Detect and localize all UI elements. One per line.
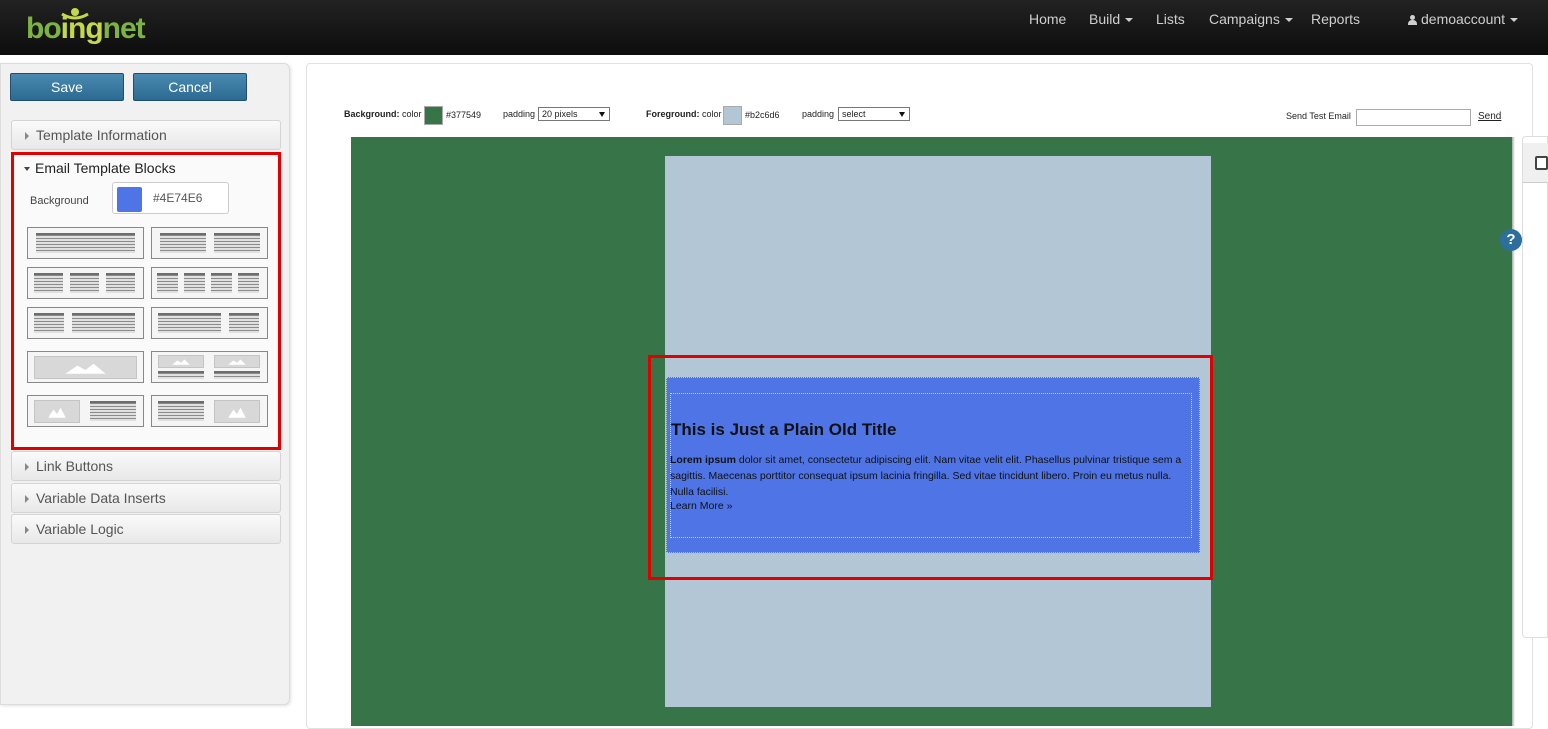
send-link[interactable]: Send bbox=[1478, 111, 1501, 122]
block-one-column[interactable] bbox=[27, 227, 144, 259]
block-narrow-wide[interactable] bbox=[27, 307, 144, 339]
section-header[interactable]: Email Template Blocks bbox=[24, 160, 176, 176]
text-lines bbox=[158, 401, 204, 421]
background-hex-value: #4E74E6 bbox=[153, 191, 203, 205]
medkit-icon[interactable] bbox=[1535, 156, 1548, 170]
image-placeholder-icon bbox=[214, 355, 260, 368]
section-link-buttons[interactable]: Link Buttons bbox=[11, 451, 281, 481]
chevron-down-icon bbox=[1125, 18, 1134, 23]
text-lines bbox=[157, 273, 178, 293]
block-two-images[interactable] bbox=[151, 351, 268, 383]
nav-campaigns[interactable]: Campaigns bbox=[1209, 11, 1293, 27]
text-lines bbox=[160, 233, 206, 253]
text-lines bbox=[158, 371, 204, 379]
section-variable-logic[interactable]: Variable Logic bbox=[11, 514, 281, 544]
text-lines bbox=[36, 233, 135, 253]
section-template-information[interactable]: Template Information bbox=[11, 120, 281, 150]
chevron-right-icon bbox=[25, 495, 29, 503]
fg-padding-label: padding bbox=[802, 109, 835, 119]
chevron-down-icon bbox=[1510, 18, 1519, 23]
nav-home[interactable]: Home bbox=[1029, 11, 1066, 27]
chevron-right-icon bbox=[25, 526, 29, 534]
block-four-column[interactable] bbox=[151, 267, 268, 299]
text-lines bbox=[238, 273, 259, 293]
top-navbar: boingnet Home Build Lists Campaigns Repo… bbox=[0, 0, 1548, 55]
fg-padding-select[interactable]: select bbox=[838, 107, 910, 121]
save-button[interactable]: Save bbox=[10, 73, 124, 101]
bg-color-label: Background: color bbox=[344, 109, 422, 119]
nav-reports[interactable]: Reports bbox=[1311, 11, 1360, 27]
chevron-right-icon bbox=[25, 463, 29, 471]
chevron-right-icon bbox=[25, 132, 29, 140]
section-label: Link Buttons bbox=[36, 458, 114, 474]
logo-wordmark: boingnet bbox=[26, 12, 146, 45]
section-label: Variable Logic bbox=[36, 521, 124, 537]
user-menu[interactable]: demoaccount bbox=[1408, 11, 1519, 27]
text-lines bbox=[229, 313, 259, 333]
background-label: Background bbox=[30, 195, 89, 207]
block-wide-narrow[interactable] bbox=[151, 307, 268, 339]
text-lines bbox=[72, 313, 135, 333]
editor-sidebar: Save Cancel Template Information Email T… bbox=[0, 63, 290, 705]
send-test-email-input[interactable] bbox=[1356, 109, 1471, 126]
fg-hex-value: #b2c6d6 bbox=[745, 110, 780, 120]
bg-color-swatch[interactable] bbox=[424, 106, 443, 125]
section-email-template-blocks: Email Template Blocks Background #4E74E6 bbox=[11, 152, 281, 450]
chevron-down-icon bbox=[1284, 18, 1293, 23]
block-full-image[interactable] bbox=[27, 351, 144, 383]
nav-build[interactable]: Build bbox=[1089, 11, 1134, 27]
highlight-frame bbox=[648, 355, 1213, 580]
section-label: Email Template Blocks bbox=[35, 160, 176, 176]
text-lines bbox=[184, 273, 205, 293]
text-lines bbox=[214, 233, 260, 253]
send-test-email-label: Send Test Email bbox=[1286, 111, 1351, 121]
text-lines bbox=[70, 273, 99, 293]
nav-build-label: Build bbox=[1089, 11, 1121, 27]
help-icon[interactable]: ? bbox=[1500, 229, 1522, 251]
text-lines bbox=[211, 273, 232, 293]
text-lines bbox=[214, 371, 260, 379]
section-label: Template Information bbox=[36, 127, 167, 143]
canvas-edge bbox=[1512, 137, 1515, 726]
right-side-panel bbox=[1522, 136, 1548, 638]
text-lines bbox=[106, 273, 135, 293]
section-variable-data-inserts[interactable]: Variable Data Inserts bbox=[11, 483, 281, 513]
text-lines bbox=[34, 313, 64, 333]
block-two-column[interactable] bbox=[151, 227, 268, 259]
image-placeholder-icon bbox=[34, 400, 80, 423]
user-icon bbox=[1408, 15, 1417, 25]
section-label: Variable Data Inserts bbox=[36, 490, 166, 506]
bg-padding-label: padding bbox=[503, 109, 536, 119]
fg-color-swatch[interactable] bbox=[723, 106, 742, 125]
nav-lists[interactable]: Lists bbox=[1156, 11, 1185, 27]
image-placeholder-icon bbox=[214, 400, 260, 423]
user-name: demoaccount bbox=[1421, 11, 1506, 27]
background-color-picker[interactable]: #4E74E6 bbox=[112, 182, 229, 214]
text-lines bbox=[158, 313, 221, 333]
cancel-button[interactable]: Cancel bbox=[133, 73, 247, 101]
fg-color-label: Foreground: color bbox=[646, 109, 722, 119]
block-three-column[interactable] bbox=[27, 267, 144, 299]
image-placeholder-icon bbox=[34, 356, 137, 379]
block-text-image[interactable] bbox=[151, 395, 268, 427]
color-swatch[interactable] bbox=[117, 187, 142, 212]
chevron-down-icon bbox=[24, 167, 30, 171]
image-placeholder-icon bbox=[158, 355, 204, 368]
text-lines bbox=[34, 273, 63, 293]
block-image-text[interactable] bbox=[27, 395, 144, 427]
bg-padding-select[interactable]: 20 pixels bbox=[538, 107, 610, 121]
nav-campaigns-label: Campaigns bbox=[1209, 11, 1280, 27]
bg-hex-value: #377549 bbox=[446, 110, 482, 120]
text-lines bbox=[90, 401, 136, 421]
